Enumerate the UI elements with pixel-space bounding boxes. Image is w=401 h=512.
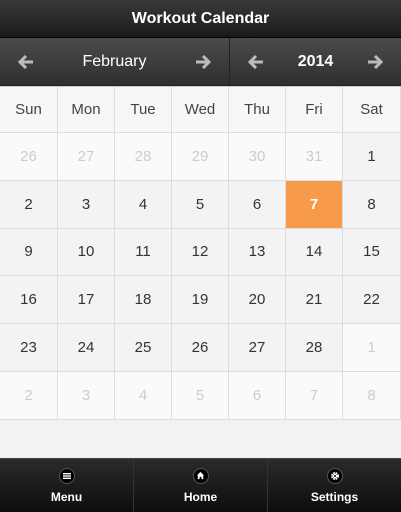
tab-label: Menu	[50, 489, 83, 504]
day-cell[interactable]: 13	[229, 228, 286, 277]
menu-icon	[58, 467, 75, 484]
weekday-header: Sun	[0, 87, 58, 133]
day-cell[interactable]: 11	[115, 228, 172, 277]
day-cell[interactable]: 5	[172, 180, 229, 229]
gear-icon	[326, 467, 343, 484]
tab-settings[interactable]: Settings	[268, 459, 401, 512]
day-cell-other-month[interactable]: 2	[0, 371, 58, 420]
weekday-header: Mon	[58, 87, 115, 133]
tab-home[interactable]: Home	[134, 459, 268, 512]
weekday-header: Thu	[229, 87, 286, 133]
month-year-navigator: February 2014	[0, 38, 401, 86]
tab-menu[interactable]: Menu	[0, 459, 134, 512]
arrow-left-icon	[248, 54, 263, 69]
day-cell[interactable]: 10	[58, 228, 115, 277]
weekday-header: Wed	[172, 87, 229, 133]
day-cell[interactable]: 21	[286, 276, 343, 325]
day-cell[interactable]: 4	[115, 180, 172, 229]
day-cell[interactable]: 12	[172, 228, 229, 277]
weekday-header: Sat	[343, 87, 401, 133]
day-cell-other-month[interactable]: 4	[115, 371, 172, 420]
day-cell[interactable]: 6	[229, 180, 286, 229]
day-cell-other-month[interactable]: 1	[343, 324, 401, 372]
arrow-right-icon	[196, 54, 211, 69]
year-label: 2014	[297, 52, 334, 70]
day-cell-other-month[interactable]: 27	[58, 133, 115, 181]
day-cell[interactable]: 2	[0, 180, 58, 229]
month-label: February	[82, 52, 147, 70]
year-navigator: 2014	[230, 38, 401, 85]
app-title-bar: Workout Calendar	[0, 0, 401, 38]
day-cell-today[interactable]: 7	[286, 180, 343, 229]
day-cell[interactable]: 19	[172, 276, 229, 325]
prev-month-button[interactable]	[14, 50, 38, 74]
day-cell-other-month[interactable]: 31	[286, 133, 343, 181]
day-cell[interactable]: 3	[58, 180, 115, 229]
weekday-header: Fri	[286, 87, 343, 133]
day-cell-other-month[interactable]: 3	[58, 371, 115, 420]
day-cell[interactable]: 22	[343, 276, 401, 325]
day-cell-other-month[interactable]: 7	[286, 371, 343, 420]
day-cell[interactable]: 9	[0, 228, 58, 277]
day-cell[interactable]: 14	[286, 228, 343, 277]
weekday-header: Tue	[115, 87, 172, 133]
day-cell[interactable]: 24	[58, 324, 115, 372]
day-cell[interactable]: 27	[229, 324, 286, 372]
day-cell[interactable]: 8	[343, 180, 401, 229]
day-cell[interactable]: 15	[343, 228, 401, 277]
day-cell[interactable]: 26	[172, 324, 229, 372]
day-cell[interactable]: 23	[0, 324, 58, 372]
day-cell[interactable]: 16	[0, 276, 58, 325]
day-cell-other-month[interactable]: 30	[229, 133, 286, 181]
day-cell[interactable]: 1	[343, 133, 401, 181]
calendar-grid: Sun Mon Tue Wed Thu Fri Sat 26 27 28 29 …	[0, 86, 401, 420]
month-navigator: February	[0, 38, 230, 85]
day-cell-other-month[interactable]: 5	[172, 371, 229, 420]
next-year-button[interactable]	[363, 50, 387, 74]
home-icon	[192, 467, 209, 484]
prev-year-button[interactable]	[244, 50, 268, 74]
day-cell[interactable]: 20	[229, 276, 286, 325]
day-cell-other-month[interactable]: 8	[343, 371, 401, 420]
day-cell[interactable]: 25	[115, 324, 172, 372]
bottom-tab-bar: Menu Home Settings	[0, 458, 401, 512]
tab-label: Settings	[310, 489, 359, 504]
page-title: Workout Calendar	[131, 9, 270, 27]
arrow-left-icon	[18, 54, 33, 69]
next-month-button[interactable]	[191, 50, 215, 74]
day-cell[interactable]: 28	[286, 324, 343, 372]
day-cell-other-month[interactable]: 29	[172, 133, 229, 181]
day-cell[interactable]: 17	[58, 276, 115, 325]
tab-label: Home	[183, 489, 218, 504]
day-cell-other-month[interactable]: 26	[0, 133, 58, 181]
day-cell-other-month[interactable]: 6	[229, 371, 286, 420]
arrow-right-icon	[368, 54, 383, 69]
day-cell-other-month[interactable]: 28	[115, 133, 172, 181]
day-cell[interactable]: 18	[115, 276, 172, 325]
